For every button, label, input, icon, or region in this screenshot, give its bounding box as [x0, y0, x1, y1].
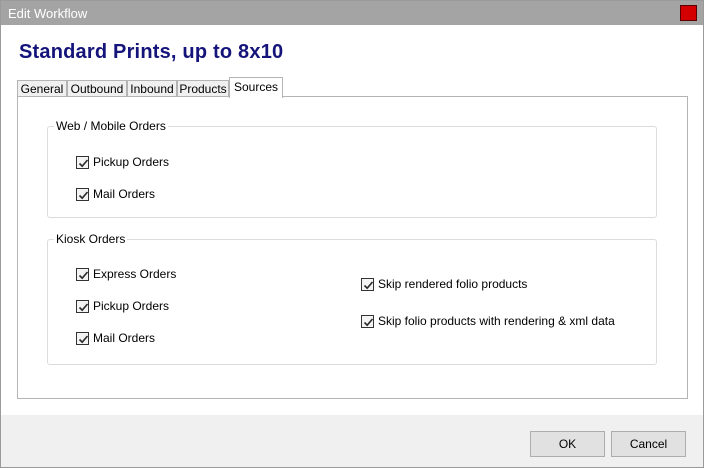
kiosk-pickup-orders-checkbox[interactable]: Pickup Orders — [76, 298, 169, 314]
web-mail-orders-label: Mail Orders — [93, 187, 156, 201]
tab-sources[interactable]: Sources — [229, 77, 283, 98]
web-mobile-orders-group: Web / Mobile Orders Pickup Orders Mail O… — [47, 119, 657, 218]
kiosk-orders-group: Kiosk Orders Express Orders Pickup Order… — [47, 232, 657, 365]
cancel-button[interactable]: Cancel — [611, 431, 686, 457]
check-icon — [361, 277, 374, 291]
edit-workflow-window: Edit Workflow Standard Prints, up to 8x1… — [0, 0, 704, 468]
kiosk-express-orders-checkbox[interactable]: Express Orders — [76, 266, 176, 282]
check-icon — [76, 267, 89, 281]
ok-button[interactable]: OK — [530, 431, 605, 457]
web-mobile-orders-label: Web / Mobile Orders — [54, 119, 168, 133]
dialog-client-area: Standard Prints, up to 8x10 General Outb… — [1, 25, 703, 415]
web-mail-orders-checkbox[interactable]: Mail Orders — [76, 186, 155, 202]
skip-rendered-folio-checkbox[interactable]: Skip rendered folio products — [361, 276, 527, 292]
window-title: Edit Workflow — [8, 6, 88, 21]
check-icon — [76, 299, 89, 313]
kiosk-mail-orders-checkbox[interactable]: Mail Orders — [76, 330, 155, 346]
skip-folio-xml-label: Skip folio products with rendering & xml… — [378, 314, 615, 328]
kiosk-pickup-orders-label: Pickup Orders — [93, 299, 170, 313]
check-icon — [76, 331, 89, 345]
check-icon — [76, 155, 89, 169]
kiosk-express-orders-label: Express Orders — [93, 267, 177, 281]
check-icon — [76, 187, 89, 201]
check-icon — [361, 314, 374, 328]
dialog-footer: OK Cancel — [1, 415, 703, 467]
close-button[interactable] — [680, 5, 697, 21]
web-pickup-orders-checkbox[interactable]: Pickup Orders — [76, 154, 169, 170]
title-bar[interactable]: Edit Workflow — [1, 1, 703, 25]
skip-folio-xml-checkbox[interactable]: Skip folio products with rendering & xml… — [361, 313, 615, 329]
skip-rendered-folio-label: Skip rendered folio products — [378, 277, 528, 291]
kiosk-mail-orders-label: Mail Orders — [93, 331, 156, 345]
kiosk-orders-label: Kiosk Orders — [54, 232, 128, 246]
page-title: Standard Prints, up to 8x10 — [19, 41, 284, 63]
web-pickup-orders-label: Pickup Orders — [93, 155, 170, 169]
sources-tab-panel: Web / Mobile Orders Pickup Orders Mail O… — [17, 96, 688, 399]
